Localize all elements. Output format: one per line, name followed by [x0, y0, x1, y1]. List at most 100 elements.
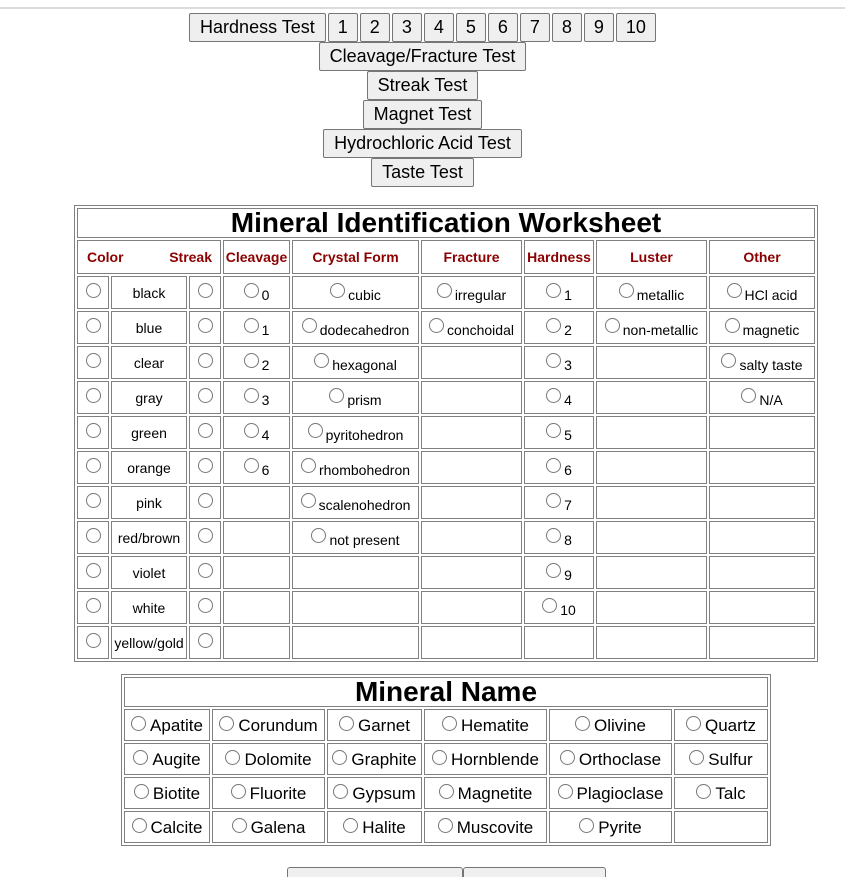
other-radio[interactable]: [721, 352, 737, 368]
mineral-radio[interactable]: [225, 749, 241, 765]
hardness-radio[interactable]: [546, 562, 562, 578]
mineral-radio[interactable]: [559, 749, 575, 765]
hardness-radio[interactable]: [546, 387, 562, 403]
hardness-1-button[interactable]: 1: [327, 13, 358, 42]
hardness-6-button[interactable]: 6: [487, 13, 518, 42]
color-radio[interactable]: [85, 632, 101, 648]
hardness-7-button[interactable]: 7: [519, 13, 550, 42]
mineral-radio[interactable]: [333, 783, 349, 799]
hardness-5-button[interactable]: 5: [455, 13, 486, 42]
hardness-4-button[interactable]: 4: [423, 13, 454, 42]
hardness-radio[interactable]: [546, 282, 562, 298]
hydrochloric-acid-test-button[interactable]: Hydrochloric Acid Test: [323, 129, 522, 158]
cleavage-fracture-test-button[interactable]: Cleavage/Fracture Test: [318, 42, 527, 71]
mineral-radio[interactable]: [133, 749, 149, 765]
mineral-radio[interactable]: [432, 749, 448, 765]
mineral-option-cell: Muscovite: [424, 811, 547, 843]
color-radio[interactable]: [85, 457, 101, 473]
fracture-radio[interactable]: [436, 282, 452, 298]
streak-radio[interactable]: [197, 492, 213, 508]
hardness-3-button[interactable]: 3: [391, 13, 422, 42]
mineral-radio[interactable]: [230, 783, 246, 799]
mineral-radio[interactable]: [441, 715, 457, 731]
color-radio[interactable]: [85, 387, 101, 403]
crystal-form-radio[interactable]: [330, 282, 346, 298]
color-radio[interactable]: [85, 597, 101, 613]
streak-radio[interactable]: [197, 352, 213, 368]
streak-radio[interactable]: [197, 562, 213, 578]
color-radio[interactable]: [85, 282, 101, 298]
mineral-radio[interactable]: [339, 715, 354, 731]
hardness-radio[interactable]: [546, 527, 562, 543]
mineral-radio[interactable]: [332, 749, 348, 765]
cleavage-option-label: 0: [261, 287, 270, 304]
crystal-form-radio[interactable]: [329, 387, 345, 403]
other-radio[interactable]: [726, 282, 742, 298]
cleavage-radio[interactable]: [243, 317, 259, 333]
cleavage-radio[interactable]: [243, 457, 259, 473]
other-radio[interactable]: [724, 317, 740, 333]
hardness-radio[interactable]: [542, 597, 558, 613]
color-radio[interactable]: [85, 422, 101, 438]
crystal-form-radio[interactable]: [314, 352, 330, 368]
mineral-radio[interactable]: [696, 783, 712, 799]
hardness-radio[interactable]: [546, 352, 562, 368]
hardness-8-button[interactable]: 8: [551, 13, 582, 42]
color-radio[interactable]: [85, 562, 101, 578]
cleavage-cell: [223, 556, 290, 589]
mineral-radio[interactable]: [685, 715, 701, 731]
luster-radio[interactable]: [604, 317, 620, 333]
streak-radio[interactable]: [197, 317, 213, 333]
streak-radio[interactable]: [197, 457, 213, 473]
crystal-form-radio[interactable]: [300, 457, 316, 473]
mineral-radio[interactable]: [131, 715, 147, 731]
mineral-radio[interactable]: [343, 817, 359, 833]
magnet-test-button[interactable]: Magnet Test: [362, 100, 483, 129]
streak-radio[interactable]: [197, 282, 213, 298]
streak-radio[interactable]: [197, 387, 213, 403]
mineral-radio[interactable]: [219, 715, 235, 731]
mineral-radio[interactable]: [579, 817, 595, 833]
hardness-radio[interactable]: [546, 492, 562, 508]
mineral-radio[interactable]: [575, 715, 591, 731]
mineral-radio[interactable]: [133, 783, 149, 799]
hardness-2-button[interactable]: 2: [359, 13, 390, 42]
hardness-radio[interactable]: [546, 457, 562, 473]
bottom-button-right[interactable]: [463, 867, 606, 877]
crystal-form-radio[interactable]: [307, 422, 323, 438]
color-radio[interactable]: [85, 317, 101, 333]
streak-radio[interactable]: [197, 597, 213, 613]
cleavage-radio[interactable]: [243, 282, 259, 298]
cleavage-radio[interactable]: [243, 352, 259, 368]
hardness-test-button[interactable]: Hardness Test: [189, 13, 326, 42]
mineral-radio[interactable]: [131, 817, 147, 833]
luster-radio[interactable]: [618, 282, 634, 298]
streak-test-button[interactable]: Streak Test: [366, 71, 479, 100]
mineral-radio[interactable]: [689, 749, 705, 765]
streak-radio[interactable]: [197, 527, 213, 543]
hardness-radio[interactable]: [546, 422, 562, 438]
crystal-form-radio[interactable]: [301, 317, 317, 333]
mineral-radio[interactable]: [438, 783, 454, 799]
color-radio[interactable]: [85, 492, 101, 508]
color-radio[interactable]: [85, 527, 101, 543]
bottom-button-left[interactable]: [287, 867, 463, 877]
crystal-form-radio[interactable]: [311, 527, 327, 543]
taste-test-button[interactable]: Taste Test: [371, 158, 474, 187]
other-radio[interactable]: [741, 387, 757, 403]
streak-radio-cell: [189, 311, 221, 344]
color-radio[interactable]: [85, 352, 101, 368]
cleavage-radio[interactable]: [243, 387, 259, 403]
color-label: white: [132, 599, 166, 616]
cleavage-radio[interactable]: [243, 422, 259, 438]
fracture-radio[interactable]: [429, 317, 445, 333]
mineral-radio[interactable]: [557, 783, 573, 799]
mineral-radio[interactable]: [437, 817, 453, 833]
hardness-radio[interactable]: [546, 317, 562, 333]
hardness-9-button[interactable]: 9: [583, 13, 614, 42]
crystal-form-radio[interactable]: [300, 492, 316, 508]
mineral-radio[interactable]: [231, 817, 247, 833]
hardness-10-button[interactable]: 10: [615, 13, 656, 42]
streak-radio[interactable]: [197, 632, 213, 648]
streak-radio[interactable]: [197, 422, 213, 438]
